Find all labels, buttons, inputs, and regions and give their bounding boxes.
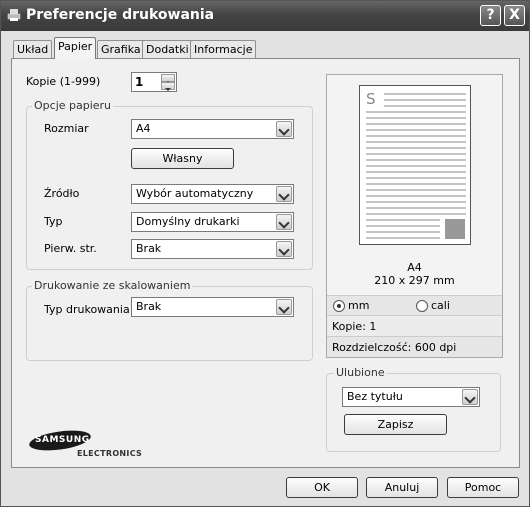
favorites-title: Ulubione bbox=[334, 366, 387, 379]
paper-lines-graphic bbox=[366, 93, 466, 239]
scaling-title: Drukowanie ze skalowaniem bbox=[32, 279, 193, 292]
printer-icon bbox=[7, 9, 21, 21]
save-favorite-button[interactable]: Zapisz bbox=[344, 414, 447, 435]
size-label: Rozmiar bbox=[44, 122, 89, 135]
chevron-down-icon[interactable] bbox=[276, 186, 292, 202]
type-select[interactable]: Domyślny drukarki bbox=[131, 212, 294, 232]
spin-up-icon[interactable] bbox=[161, 74, 175, 84]
type-value: Domyślny drukarki bbox=[136, 215, 240, 228]
source-select[interactable]: Wybór automatyczny bbox=[131, 184, 294, 204]
type-label: Typ bbox=[44, 215, 63, 228]
tab-extras[interactable]: Dodatki bbox=[142, 40, 193, 58]
title-bar: Preferencje drukowania ? X bbox=[1, 1, 529, 31]
chevron-down-icon[interactable] bbox=[276, 121, 292, 137]
favorites-group bbox=[326, 373, 501, 452]
window-title: Preferencje drukowania bbox=[26, 7, 215, 23]
units-row: mm cali bbox=[327, 295, 502, 315]
copies-spinner[interactable]: 1 bbox=[131, 72, 177, 92]
custom-size-button[interactable]: Własny bbox=[131, 148, 234, 169]
tab-information[interactable]: Informacje bbox=[190, 40, 257, 58]
copies-info: Kopie: 1 bbox=[327, 315, 502, 336]
print-type-value: Brak bbox=[136, 300, 162, 313]
favorites-select[interactable]: Bez tytułu bbox=[342, 387, 480, 407]
paper-options-title: Opcje papieru bbox=[32, 99, 114, 112]
ok-button[interactable]: OK bbox=[286, 477, 358, 498]
electronics-text: ELECTRONICS bbox=[77, 449, 143, 458]
first-page-label: Pierw. str. bbox=[44, 242, 97, 255]
paper-name: A4 bbox=[407, 261, 422, 274]
favorites-value: Bez tytułu bbox=[347, 390, 403, 403]
resolution-info: Rozdzielczość: 600 dpi bbox=[327, 336, 502, 357]
cancel-button[interactable]: Anuluj bbox=[366, 477, 438, 498]
print-type-select[interactable]: Brak bbox=[131, 297, 294, 317]
tab-paper[interactable]: Papier bbox=[54, 37, 97, 59]
copies-label: Kopie (1-999) bbox=[26, 75, 101, 88]
paper-preview-panel: S A4 210 x 297 mm mm cali Kopie: 1 Rozdz… bbox=[326, 74, 503, 358]
paper-preview: S bbox=[359, 85, 471, 245]
unit-inch-radio[interactable] bbox=[416, 300, 428, 312]
help-button[interactable]: Pomoc bbox=[447, 477, 519, 498]
size-select[interactable]: A4 bbox=[131, 119, 294, 139]
source-label: Źródło bbox=[44, 187, 80, 200]
chevron-down-icon[interactable] bbox=[276, 299, 292, 315]
unit-inch-label[interactable]: cali bbox=[431, 299, 450, 312]
help-title-button[interactable]: ? bbox=[480, 5, 501, 26]
samsung-logo-text: SAMSUNG bbox=[35, 435, 90, 445]
print-preferences-window: Preferencje drukowania ? X Układ Papier … bbox=[0, 0, 530, 507]
unit-mm-radio[interactable] bbox=[333, 300, 345, 312]
spin-down-icon[interactable] bbox=[161, 82, 175, 91]
tab-graphics[interactable]: Grafika bbox=[97, 40, 145, 58]
chevron-down-icon[interactable] bbox=[276, 214, 292, 230]
unit-mm-label[interactable]: mm bbox=[348, 299, 369, 312]
first-page-value: Brak bbox=[136, 242, 162, 255]
close-window-button[interactable]: X bbox=[504, 5, 525, 26]
first-page-select[interactable]: Brak bbox=[131, 239, 294, 259]
source-value: Wybór automatyczny bbox=[136, 187, 254, 200]
copies-value[interactable]: 1 bbox=[135, 75, 143, 89]
chevron-down-icon[interactable] bbox=[462, 389, 478, 405]
chevron-down-icon[interactable] bbox=[276, 241, 292, 257]
tab-layout[interactable]: Układ bbox=[13, 40, 53, 58]
size-value: A4 bbox=[136, 122, 151, 135]
print-type-label: Typ drukowania bbox=[44, 303, 130, 316]
paper-dimensions: 210 x 297 mm bbox=[374, 274, 455, 287]
